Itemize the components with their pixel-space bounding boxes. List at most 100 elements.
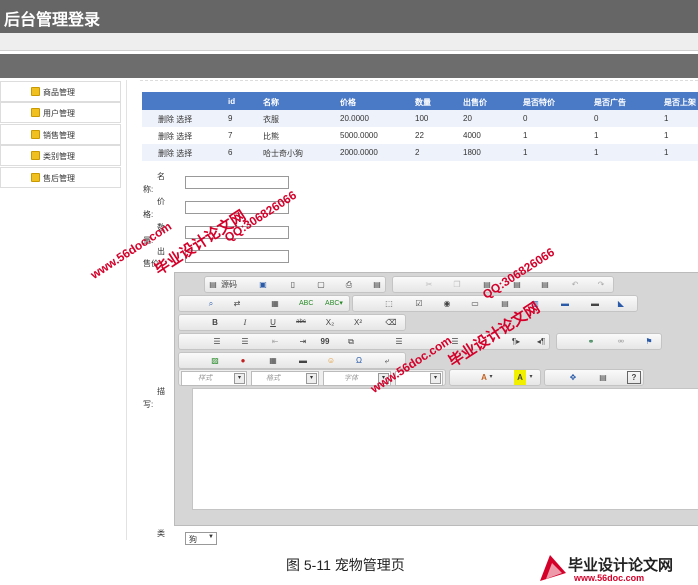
paste-word-icon[interactable]: ▤: [539, 277, 551, 292]
numbered-list-icon[interactable]: ☰: [211, 334, 223, 349]
hidden-field-icon[interactable]: ◣: [615, 296, 627, 311]
strike-button[interactable]: abc: [293, 315, 309, 330]
cell-ad: 1: [594, 148, 599, 157]
col-header-sale: 出售价: [463, 98, 487, 107]
col-header-ad: 是否广告: [594, 98, 626, 107]
source-icon: ▤: [209, 280, 217, 289]
image-icon[interactable]: ▨: [209, 353, 221, 368]
superscript-button[interactable]: X²: [351, 315, 365, 330]
editor-content-area[interactable]: [192, 388, 698, 510]
templates-icon[interactable]: ▤: [371, 277, 383, 292]
category-select[interactable]: 狗 ▼: [185, 532, 217, 545]
show-blocks-icon[interactable]: ▤: [597, 370, 609, 385]
sidebar-item-label: 商品管理: [43, 88, 75, 97]
folder-icon: [31, 173, 40, 182]
spellcheck-icon[interactable]: ABC: [299, 296, 313, 311]
cell-onsale: 1: [664, 131, 669, 140]
chevron-down-icon: ▾: [489, 374, 493, 380]
outdent-icon[interactable]: ⇤: [269, 334, 281, 349]
cell-qty: 100: [415, 114, 429, 123]
spellcheck-dropdown-icon[interactable]: ABC▾: [325, 296, 343, 311]
ltr-icon[interactable]: ¶▸: [509, 334, 523, 349]
price-label: 价: [157, 197, 165, 206]
content-divider: [126, 80, 127, 540]
toolbar-group-insert: ▨ ● ▦ ▬ ☺ Ω ⤶: [178, 352, 406, 369]
style-select-label: 样式: [198, 375, 212, 382]
flash-icon[interactable]: ●: [237, 353, 249, 368]
table-row: 删除 选择 9 衣服 20.0000 100 20 0 0 1: [142, 110, 698, 127]
help-button[interactable]: ?: [627, 371, 641, 384]
radio-icon[interactable]: ◉: [441, 296, 453, 311]
table-icon[interactable]: ▦: [267, 353, 279, 368]
name-label: 称:: [143, 185, 154, 194]
toolbar-group-basicstyles: B I U abc X₂ X² ⌫: [178, 314, 406, 331]
image-button-icon[interactable]: ▬: [589, 296, 601, 311]
button-icon[interactable]: ▬: [559, 296, 571, 311]
cut-icon[interactable]: ✂: [423, 277, 435, 292]
watermark-brand: 毕业设计论文网: [151, 207, 249, 279]
italic-button[interactable]: I: [239, 315, 251, 330]
name-label: 名: [157, 172, 165, 181]
logo-emblem-icon: [540, 555, 566, 581]
toolbar-group-document: ▤ 源码 ▣ ▯ ▢ ⎙ ▤: [204, 276, 386, 293]
row-actions[interactable]: 删除 选择: [158, 131, 192, 142]
chevron-down-icon: ▾: [529, 374, 533, 380]
content-top-border: [140, 80, 698, 81]
form-icon[interactable]: ⬚: [383, 296, 395, 311]
preview-icon[interactable]: ▢: [315, 277, 327, 292]
save-icon[interactable]: ▣: [257, 277, 269, 292]
print-icon[interactable]: ⎙: [343, 277, 355, 292]
cell-qty: 2: [415, 148, 420, 157]
sidebar-item-aftersales[interactable]: 售后管理: [0, 167, 121, 188]
row-actions[interactable]: 删除 选择: [158, 148, 192, 159]
row-actions[interactable]: 删除 选择: [158, 114, 192, 125]
anchor-icon[interactable]: ⚑: [643, 334, 655, 349]
table-row: 删除 选择 7 比熊 5000.0000 22 4000 1 1 1: [142, 127, 698, 144]
replace-icon[interactable]: ⇄: [231, 296, 243, 311]
sidebar-item-users[interactable]: 用户管理: [0, 102, 121, 123]
special-char-button[interactable]: Ω: [353, 353, 365, 368]
indent-icon[interactable]: ⇥: [297, 334, 309, 349]
bullet-list-icon[interactable]: ☰: [239, 334, 251, 349]
align-left-icon[interactable]: ☰: [393, 334, 405, 349]
format-select[interactable]: 格式 ▾: [251, 371, 319, 386]
link-icon[interactable]: ⚭: [585, 334, 597, 349]
unlink-icon[interactable]: ⚮: [615, 334, 627, 349]
desc-label: 写:: [143, 400, 154, 409]
price-label: 格:: [143, 210, 154, 219]
style-select[interactable]: 样式 ▾: [181, 371, 247, 386]
cell-id: 7: [228, 131, 233, 140]
rtl-icon[interactable]: ◂¶: [535, 334, 547, 349]
undo-icon[interactable]: ↶: [569, 277, 581, 292]
checkbox-icon[interactable]: ☑: [413, 296, 425, 311]
toolbar-group-colors: A ▾ A ▾: [449, 369, 541, 386]
maximize-icon[interactable]: ✥: [567, 370, 579, 385]
horizontal-rule-icon[interactable]: ▬: [297, 353, 309, 368]
remove-format-icon[interactable]: ⌫: [385, 315, 397, 330]
textfield-icon[interactable]: ▭: [469, 296, 481, 311]
blockquote-button[interactable]: 99: [319, 334, 331, 349]
subscript-button[interactable]: X₂: [323, 315, 337, 330]
select-all-icon[interactable]: ▦: [269, 296, 281, 311]
div-icon[interactable]: ⧉: [345, 334, 357, 349]
sidebar-item-categories[interactable]: 类别管理: [0, 145, 121, 166]
new-page-icon[interactable]: ▯: [287, 277, 299, 292]
page-break-icon[interactable]: ⤶: [381, 353, 393, 368]
name-field[interactable]: [185, 176, 289, 189]
folder-icon: [31, 87, 40, 96]
bg-color-button[interactable]: A: [514, 370, 526, 385]
sidebar-item-products[interactable]: 商品管理: [0, 81, 121, 102]
source-button[interactable]: 源码: [219, 277, 239, 292]
redo-icon[interactable]: ↷: [595, 277, 607, 292]
col-header-special: 是否特价: [523, 98, 555, 107]
underline-button[interactable]: U: [267, 315, 279, 330]
copy-icon[interactable]: ❐: [451, 277, 463, 292]
category-label: 类: [157, 529, 165, 538]
textarea-icon[interactable]: ▤: [499, 296, 511, 311]
smiley-icon[interactable]: ☺: [325, 353, 337, 368]
bold-button[interactable]: B: [209, 315, 221, 330]
cell-id: 6: [228, 148, 233, 157]
sidebar-item-sales[interactable]: 销售管理: [0, 124, 121, 145]
find-icon[interactable]: ⌕: [205, 296, 217, 311]
cell-special: 1: [523, 148, 528, 157]
